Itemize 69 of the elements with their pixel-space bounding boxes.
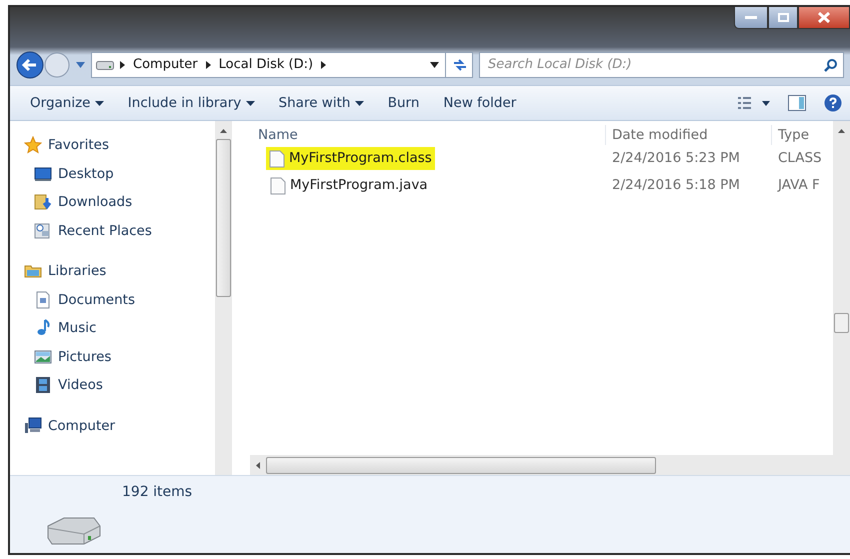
chevron-icon: [120, 61, 125, 69]
nav-item[interactable]: Libraries: [48, 261, 106, 282]
breadcrumb-link[interactable]: Local Disk (D:): [218, 55, 314, 75]
search-input[interactable]: Search Local Disk (D:): [486, 54, 824, 76]
nav-item[interactable]: Downloads: [58, 192, 132, 212]
breadcrumb-link[interactable]: Computer: [133, 55, 198, 75]
close-icon: [818, 12, 830, 23]
scroll-up-icon[interactable]: [220, 129, 227, 133]
pictures-icon: [34, 348, 52, 366]
search-icon[interactable]: [824, 58, 837, 72]
preview-pane-icon[interactable]: [788, 95, 806, 111]
toolbar-button[interactable]: Share with: [266, 88, 376, 118]
star-icon: [24, 136, 42, 154]
table-cell-text: 2/24/2016 5:18 PM: [611, 176, 741, 196]
computer-icon: [24, 416, 42, 435]
toolbar-button[interactable]: Organize: [18, 88, 116, 118]
desktop-icon: [34, 164, 52, 183]
documents-icon: [34, 290, 52, 309]
caret-icon: [246, 100, 255, 106]
toolbar-button[interactable]: Burn: [376, 88, 432, 118]
back-icon[interactable]: [16, 51, 44, 79]
chevron-icon: [206, 61, 211, 69]
file-name[interactable]: MyFirstProgram.java: [290, 175, 428, 196]
table-cell-text: JAVA F: [776, 176, 821, 196]
nav-item[interactable]: Pictures: [58, 346, 112, 367]
nav-item[interactable]: Computer: [48, 416, 116, 436]
drive-icon: [96, 60, 114, 70]
column-header[interactable]: Name: [258, 124, 298, 145]
scroll-left-icon[interactable]: [256, 462, 260, 468]
scrollbar[interactable]: [833, 121, 850, 455]
maximize-button[interactable]: [768, 7, 798, 29]
nav-item[interactable]: Favorites: [48, 135, 109, 156]
scrollbar-thumb[interactable]: [266, 456, 656, 474]
caret-icon[interactable]: [430, 62, 439, 68]
file-name[interactable]: MyFirstProgram.class: [289, 148, 432, 169]
caret-icon: [354, 100, 364, 106]
column-header[interactable]: Type: [778, 126, 810, 143]
file-icon: [269, 150, 285, 168]
recent-icon: [34, 222, 52, 240]
refresh-icon[interactable]: [452, 58, 468, 72]
toolbar-button[interactable]: Include in library: [116, 88, 267, 118]
nav-item[interactable]: Desktop: [58, 164, 114, 184]
scrollbar-thumb[interactable]: [216, 139, 231, 297]
nav-item[interactable]: Documents: [58, 290, 135, 310]
table-cell-text: 2/24/2016 5:23 PM: [611, 149, 741, 168]
nav-item[interactable]: Videos: [58, 375, 103, 396]
minimize-icon: [745, 16, 757, 20]
close-button[interactable]: [798, 7, 850, 29]
maximize-icon: [778, 13, 788, 22]
table-cell-text: CLASS: [777, 149, 823, 168]
minimize-button[interactable]: [734, 7, 768, 29]
help-icon[interactable]: [824, 94, 842, 112]
scrollbar-thumb[interactable]: [834, 313, 849, 333]
nav-item[interactable]: Recent Places: [58, 220, 152, 241]
chevron-icon: [321, 61, 326, 69]
caret-icon: [94, 100, 104, 106]
nav-item[interactable]: Music: [58, 318, 96, 338]
view-options-icon[interactable]: [738, 96, 772, 110]
address-bar[interactable]: Computer Local Disk (D:): [91, 52, 473, 78]
toolbar-button[interactable]: New folder: [431, 88, 528, 118]
status-text: 192 items: [122, 483, 192, 502]
downloads-icon: [34, 193, 52, 212]
file-icon: [270, 176, 286, 194]
search-field[interactable]: Search Local Disk (D:): [479, 52, 844, 78]
scrollbar[interactable]: [250, 455, 850, 475]
videos-icon: [34, 376, 52, 394]
scrollbar[interactable]: [215, 121, 232, 475]
column-header[interactable]: Date modified: [612, 126, 708, 143]
scroll-up-icon[interactable]: [838, 129, 845, 133]
